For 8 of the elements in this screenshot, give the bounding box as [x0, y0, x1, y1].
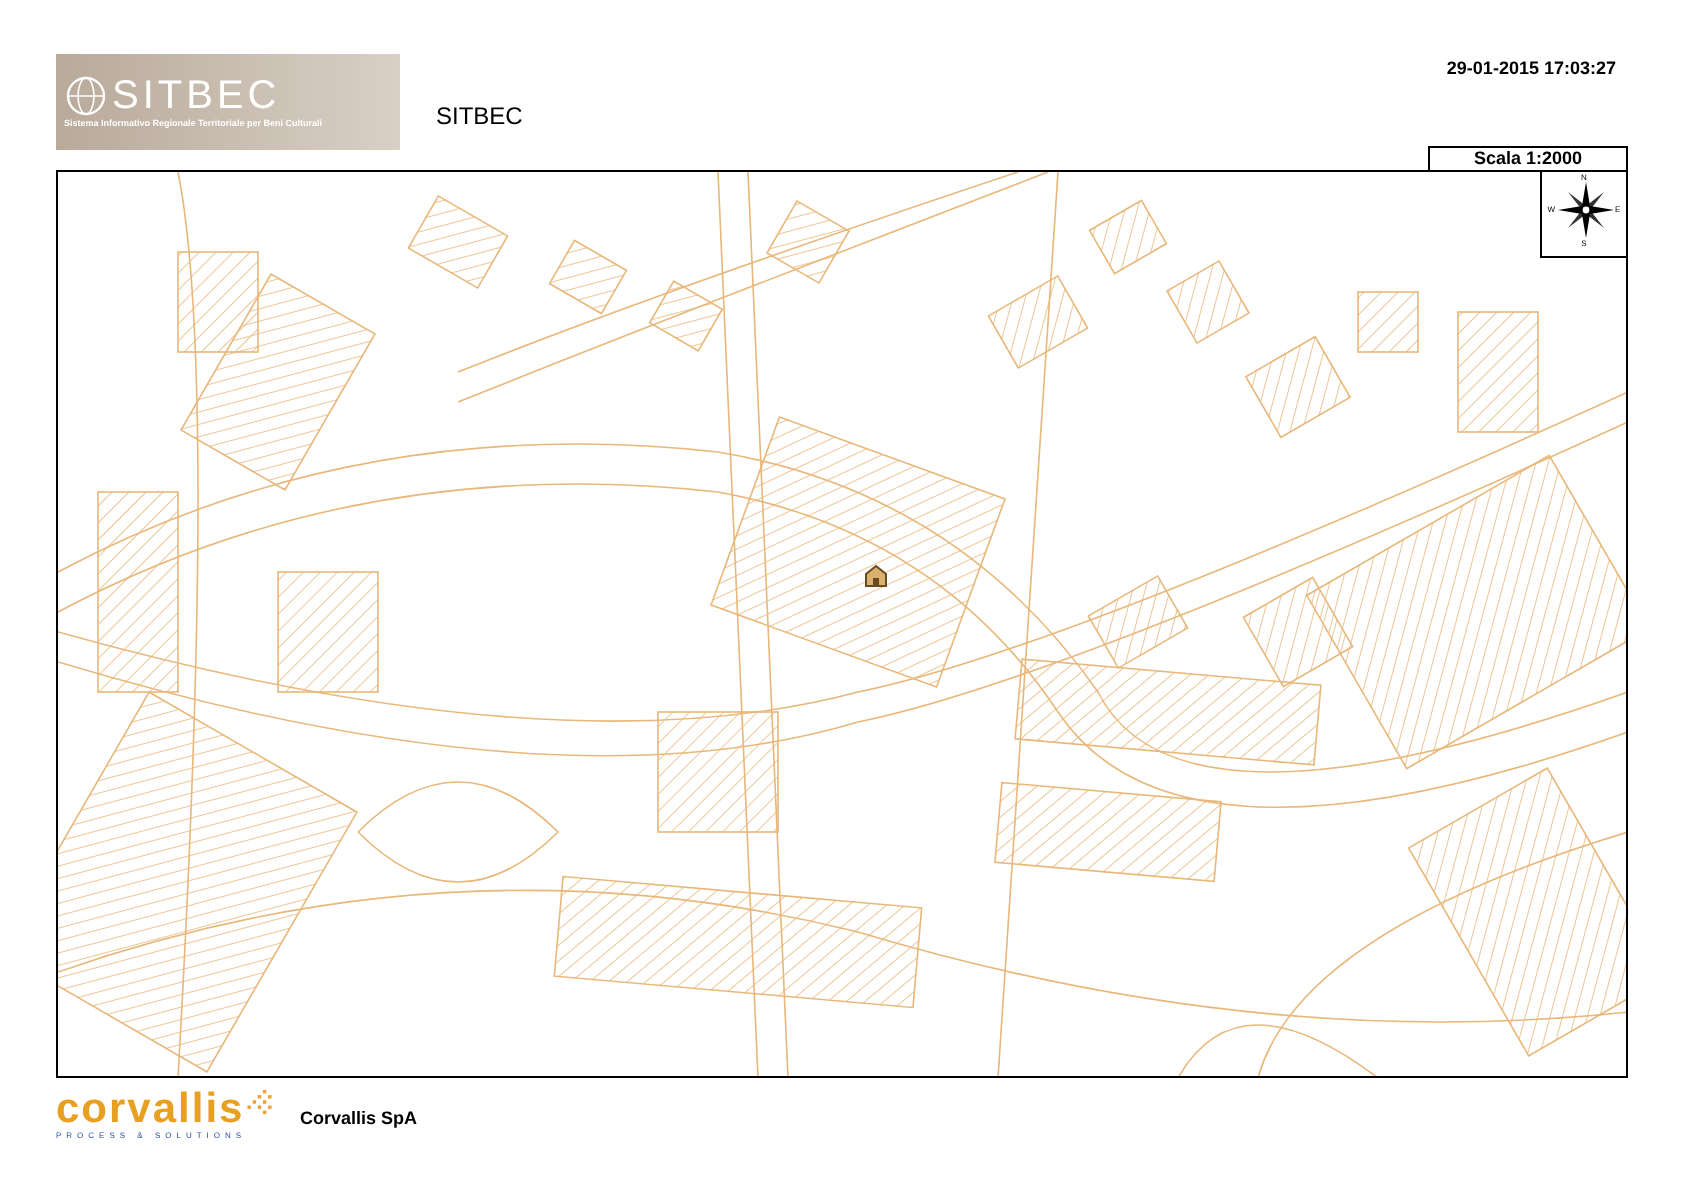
- timestamp: 29-01-2015 17:03:27: [1446, 56, 1616, 82]
- company-name: Corvallis SpA: [300, 1106, 418, 1133]
- dots-icon: [244, 1086, 272, 1118]
- logo-name: SITBEC: [112, 75, 281, 116]
- page-title: SITBEC: [436, 100, 523, 134]
- logo-wordmark: corvallis: [56, 1088, 245, 1130]
- globe-icon: [64, 73, 108, 118]
- compass-star-icon: [1557, 182, 1614, 238]
